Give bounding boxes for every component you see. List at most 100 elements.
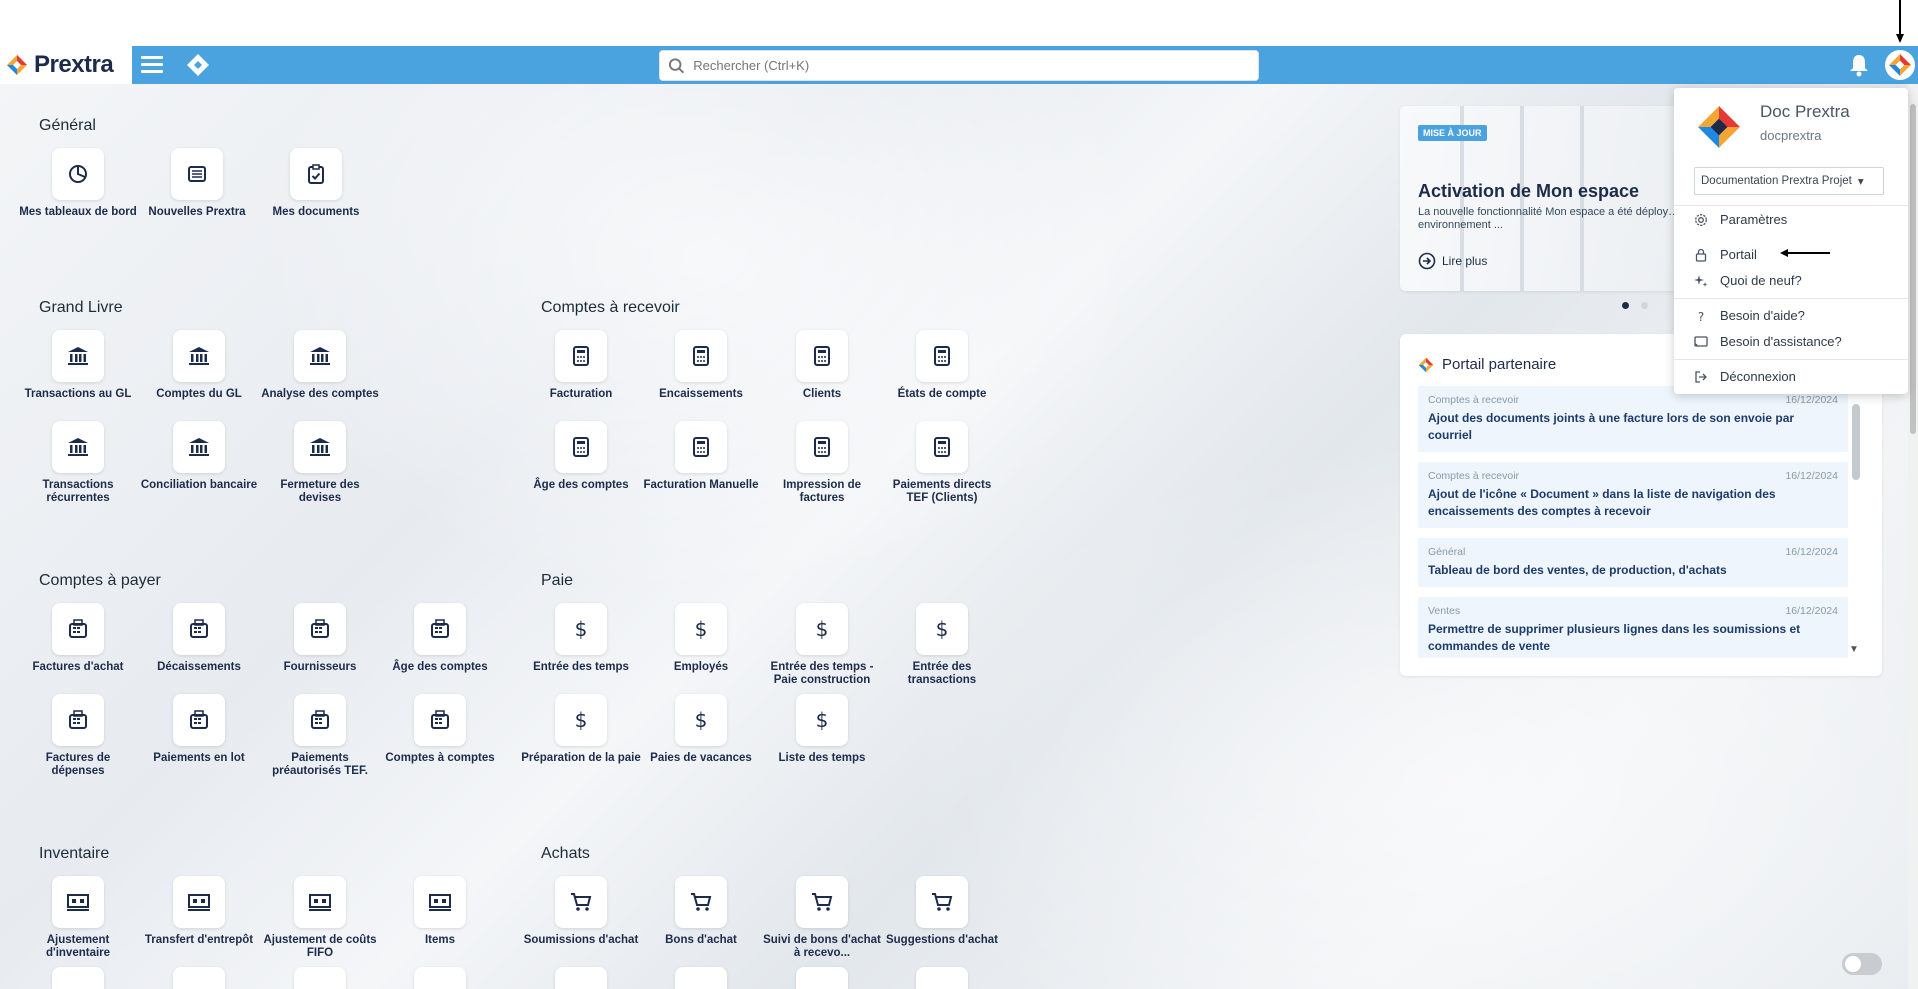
tile-purchase-suggestions[interactable]: Suggestions d'achat [882, 876, 1002, 947]
register-icon [431, 619, 449, 638]
tile-ap-aging[interactable]: Âge des comptes [380, 603, 500, 674]
menu-item-settings[interactable]: Paramètres [1694, 212, 1787, 227]
tile-cutoff[interactable] [521, 967, 641, 989]
carousel-dot[interactable] [1622, 302, 1629, 309]
tile-expense-invoices[interactable]: Factures de dépenses [18, 694, 138, 778]
tile-manual-invoicing[interactable]: Facturation Manuelle [641, 421, 761, 492]
tile-dashboards[interactable]: Mes tableaux de bord [18, 148, 138, 219]
item-date: 16/12/2024 [1785, 394, 1838, 406]
carousel-dots[interactable] [1622, 302, 1648, 309]
tile-direct-payments[interactable]: Paiements directs TEF (Clients) [882, 421, 1002, 505]
tile-vacation-pay[interactable]: $ Paies de vacances [641, 694, 761, 765]
tile-transaction-entry[interactable]: $ Entrée des transactions [882, 603, 1002, 687]
tile-preauthorized-payments[interactable]: Paiements préautorisés TEF. [260, 694, 380, 778]
bank-icon [68, 438, 88, 456]
tile-gl-accounts[interactable]: Comptes du GL [139, 330, 259, 401]
lock-icon [1695, 248, 1707, 262]
register-icon [190, 710, 208, 729]
tile-po-tracking[interactable]: Suivi de bons d'achat à recevo... [762, 876, 882, 960]
project-select[interactable]: Documentation Prextra Projet ▾ [1694, 167, 1884, 195]
tile-invoicing[interactable]: Facturation [521, 330, 641, 401]
tile-items[interactable]: Items [380, 876, 500, 947]
list-item[interactable]: Ventes 16/12/2024 Permettre de supprimer … [1418, 597, 1848, 658]
tile-clients[interactable]: Clients [762, 330, 882, 401]
tile-employees[interactable]: $ Employés [641, 603, 761, 674]
bank-icon [189, 438, 209, 456]
tile-cutoff[interactable] [882, 967, 1002, 989]
tile-warehouse-transfer[interactable]: Transfert d'entrepôt [139, 876, 259, 947]
menu-item-portal[interactable]: Portail [1694, 247, 1757, 262]
tile-label: Encaissements [659, 388, 743, 400]
tile-label: Soumissions d'achat [523, 934, 639, 946]
bank-icon [310, 347, 330, 365]
tile-disbursements[interactable]: Décaissements [139, 603, 259, 674]
menu-item-assistance[interactable]: Besoin d'assistance? [1694, 334, 1842, 349]
partner-portal-label: Portail partenaire [1442, 356, 1557, 373]
tile-purchase-invoices[interactable]: Factures d'achat [18, 603, 138, 674]
tile-documents[interactable]: Mes documents [256, 148, 376, 219]
tile-time-list[interactable]: $ Liste des temps [762, 694, 882, 765]
section-title-inventory: Inventaire [39, 845, 110, 862]
menu-icon[interactable] [138, 52, 166, 78]
tile-ar-aging[interactable]: Âge des comptes [521, 421, 641, 492]
app-logo[interactable]: Prextra [0, 46, 132, 84]
tile-label: Transactions récurrentes [42, 479, 114, 504]
partner-list-scrollbar[interactable] [1852, 404, 1860, 480]
tile-cutoff[interactable] [139, 967, 259, 989]
tile-label: Facturation [549, 388, 613, 400]
item-category: Général [1428, 546, 1466, 558]
calculator-icon [573, 437, 589, 457]
carousel-dot[interactable] [1641, 302, 1648, 309]
tile-cutoff[interactable] [260, 967, 380, 989]
menu-item-whats-new[interactable]: Quoi de neuf? [1694, 273, 1802, 288]
tile-print-invoices[interactable]: Impression de factures [762, 421, 882, 505]
user-avatar-button[interactable] [1885, 50, 1915, 80]
logo-text: Prextra [34, 51, 114, 78]
tile-suppliers[interactable]: Fournisseurs [260, 603, 380, 674]
tile-news[interactable]: Nouvelles Prextra [137, 148, 257, 219]
bell-icon[interactable] [1846, 52, 1872, 78]
tile-cutoff[interactable] [18, 967, 138, 989]
tile-fifo-cost-adjustment[interactable]: Ajustement de coûts FIFO [260, 876, 380, 960]
tile-time-entry-construction[interactable]: $ Entrée des temps - Paie construction [762, 603, 882, 687]
tile-label: Paies de vacances [650, 752, 752, 764]
list-item[interactable]: Général 16/12/2024 Tableau de bord des ve… [1418, 538, 1848, 587]
read-more-link[interactable]: Lire plus [1418, 252, 1487, 270]
tile-cutoff[interactable] [762, 967, 882, 989]
tile-label: Fermeture des devises [280, 479, 360, 504]
scroll-down-icon[interactable]: ▼ [1849, 644, 1859, 655]
tile-recurring-transactions[interactable]: Transactions récurrentes [18, 421, 138, 505]
page-scrollbar[interactable] [1908, 84, 1918, 989]
project-select-value: Documentation Prextra Projet [1701, 175, 1852, 187]
tile-gl-transactions[interactable]: Transactions au GL [18, 330, 138, 401]
sparkle-icon [1694, 274, 1708, 287]
tile-collections[interactable]: Encaissements [641, 330, 761, 401]
tile-currency-closing[interactable]: Fermeture des devises [260, 421, 380, 505]
tile-label: Impression de factures [783, 479, 861, 504]
menu-item-logout[interactable]: Déconnexion [1694, 369, 1796, 384]
list-item[interactable]: Comptes à recevoir 16/12/2024 Ajout des d… [1418, 386, 1848, 452]
pallet-icon [67, 894, 89, 911]
tile-account-to-account[interactable]: Comptes à comptes [380, 694, 500, 765]
list-item[interactable]: Comptes à recevoir 16/12/2024 Ajout de l'… [1418, 462, 1848, 528]
dollar-icon: $ [575, 618, 588, 640]
question-icon: ? [1698, 310, 1704, 323]
search-bar[interactable] [659, 50, 1259, 81]
tile-payroll-preparation[interactable]: $ Préparation de la paie [521, 694, 641, 765]
home-logo-icon[interactable] [186, 53, 210, 77]
tile-bank-reconciliation[interactable]: Conciliation bancaire [139, 421, 259, 492]
search-input[interactable] [693, 58, 1258, 73]
tile-time-entry[interactable]: $ Entrée des temps [521, 603, 641, 674]
tile-inventory-adjustment[interactable]: Ajustement d'inventaire [18, 876, 138, 960]
menu-item-help[interactable]: ? Besoin d'aide? [1694, 308, 1805, 323]
partner-news-list[interactable]: Comptes à recevoir 16/12/2024 Ajout des d… [1418, 386, 1848, 658]
tile-statements[interactable]: États de compte [882, 330, 1002, 401]
tile-purchase-quotes[interactable]: Soumissions d'achat [521, 876, 641, 947]
theme-toggle[interactable] [1842, 953, 1882, 975]
tile-cutoff[interactable] [641, 967, 761, 989]
tile-cutoff[interactable] [380, 967, 500, 989]
top-strip [0, 0, 1918, 46]
tile-purchase-orders[interactable]: Bons d'achat [641, 876, 761, 947]
tile-account-analysis[interactable]: Analyse des comptes [260, 330, 380, 401]
tile-batch-payments[interactable]: Paiements en lot [139, 694, 259, 765]
